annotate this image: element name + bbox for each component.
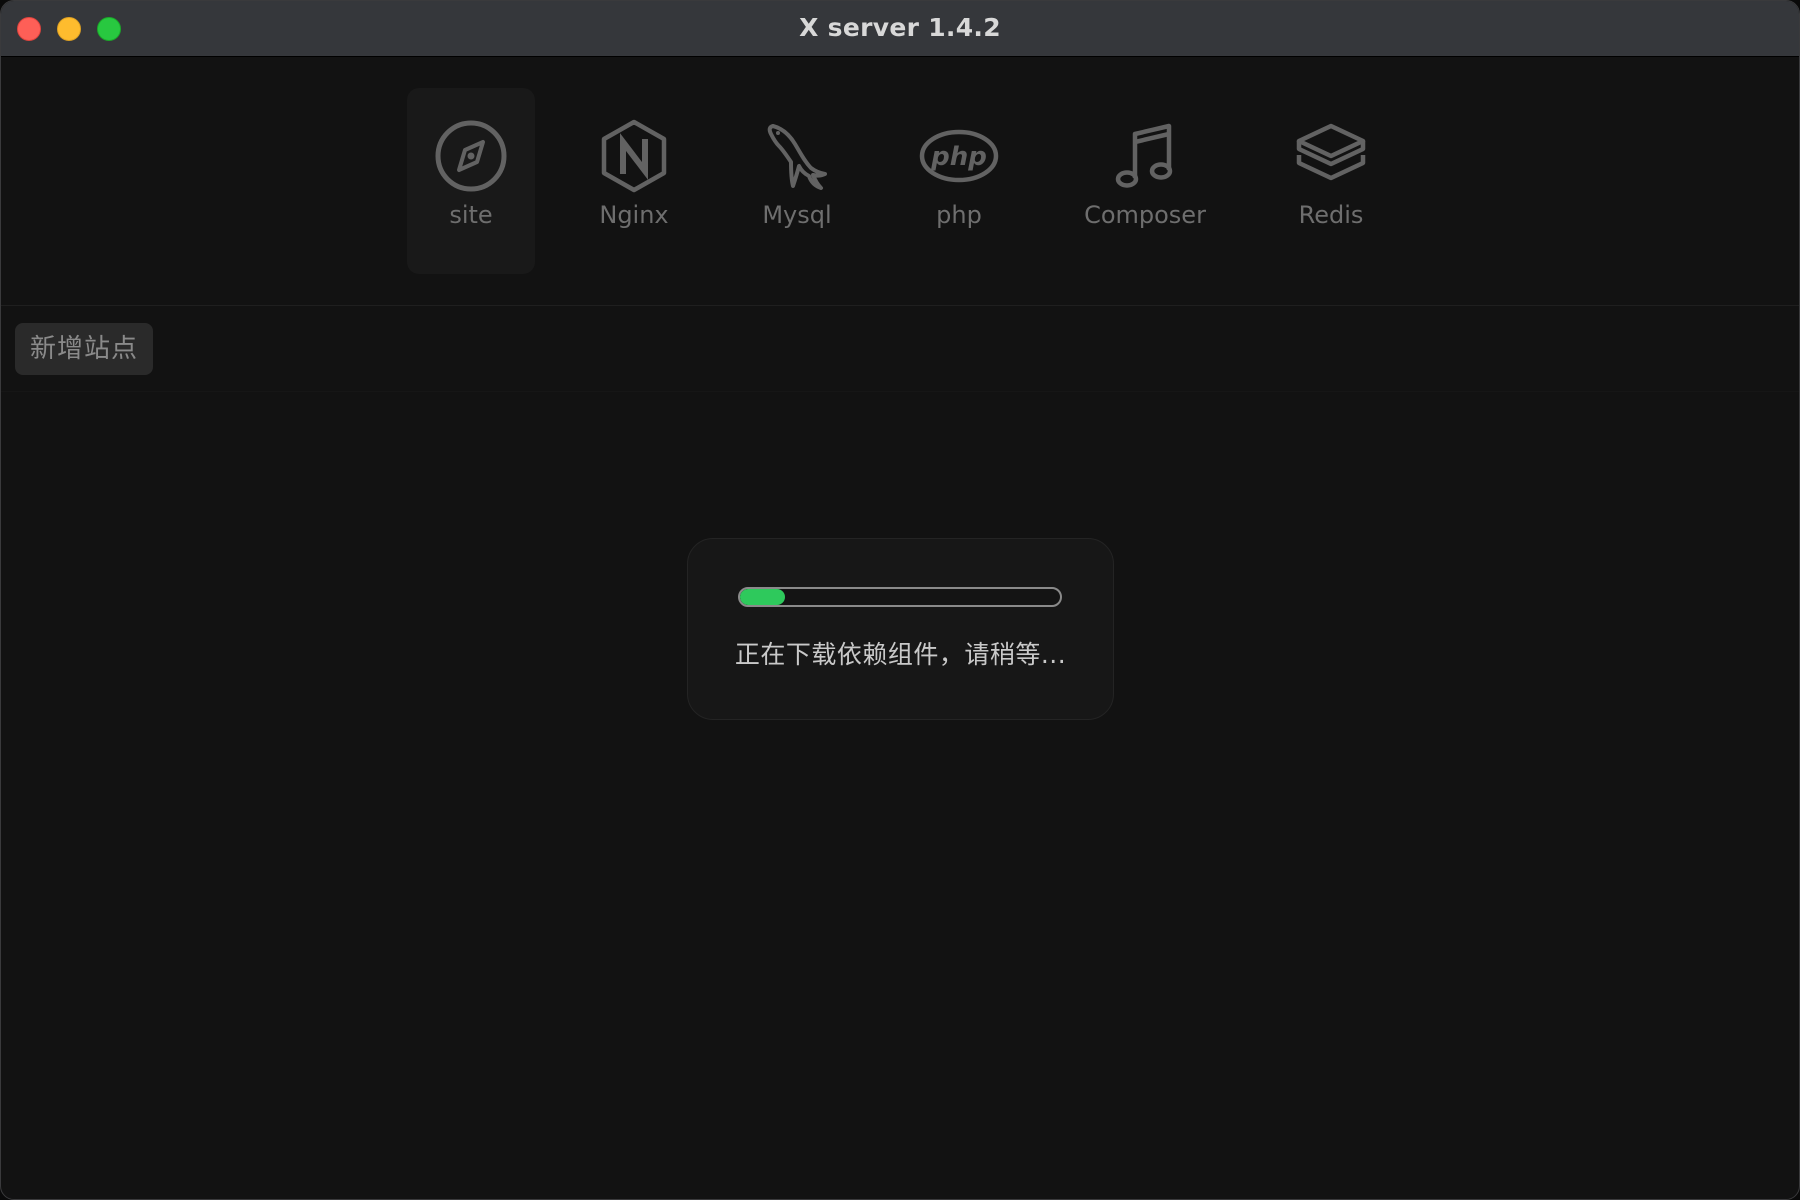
download-progress-bar [738,587,1062,607]
action-bar: 新增站点 [1,306,1799,392]
loading-dialog: 正在下载依赖组件，请稍等... [687,538,1114,720]
app-window: X server 1.4.2 site Nginx Mysql php php … [0,0,1800,1200]
tab-nginx[interactable]: Nginx [572,88,696,274]
add-site-button[interactable]: 新增站点 [15,323,153,375]
tab-mysql[interactable]: Mysql [735,88,859,274]
svg-text:php: php [930,142,987,172]
title-bar[interactable]: X server 1.4.2 [1,1,1799,57]
loading-message: 正在下载依赖组件，请稍等... [734,640,1067,669]
music-note-icon [1105,116,1185,196]
tab-nginx-label: Nginx [599,201,669,229]
tab-site-label: site [449,201,493,229]
download-progress-fill [740,589,785,605]
tab-site[interactable]: site [407,88,535,274]
nginx-hexagon-icon [594,116,674,196]
compass-icon [431,116,511,196]
tab-php[interactable]: php php [897,88,1021,274]
tab-composer[interactable]: Composer [1075,88,1215,274]
mysql-dolphin-icon [757,116,837,196]
window-title: X server 1.4.2 [799,13,1001,42]
tab-mysql-label: Mysql [762,201,832,229]
tab-php-label: php [936,201,982,229]
tab-redis[interactable]: Redis [1269,88,1393,274]
tab-redis-label: Redis [1298,201,1364,229]
service-toolbar: site Nginx Mysql php php Composer Redis [1,58,1799,306]
tab-composer-label: Composer [1084,201,1206,229]
stack-layers-icon [1291,116,1371,196]
php-logo-icon: php [919,116,999,196]
